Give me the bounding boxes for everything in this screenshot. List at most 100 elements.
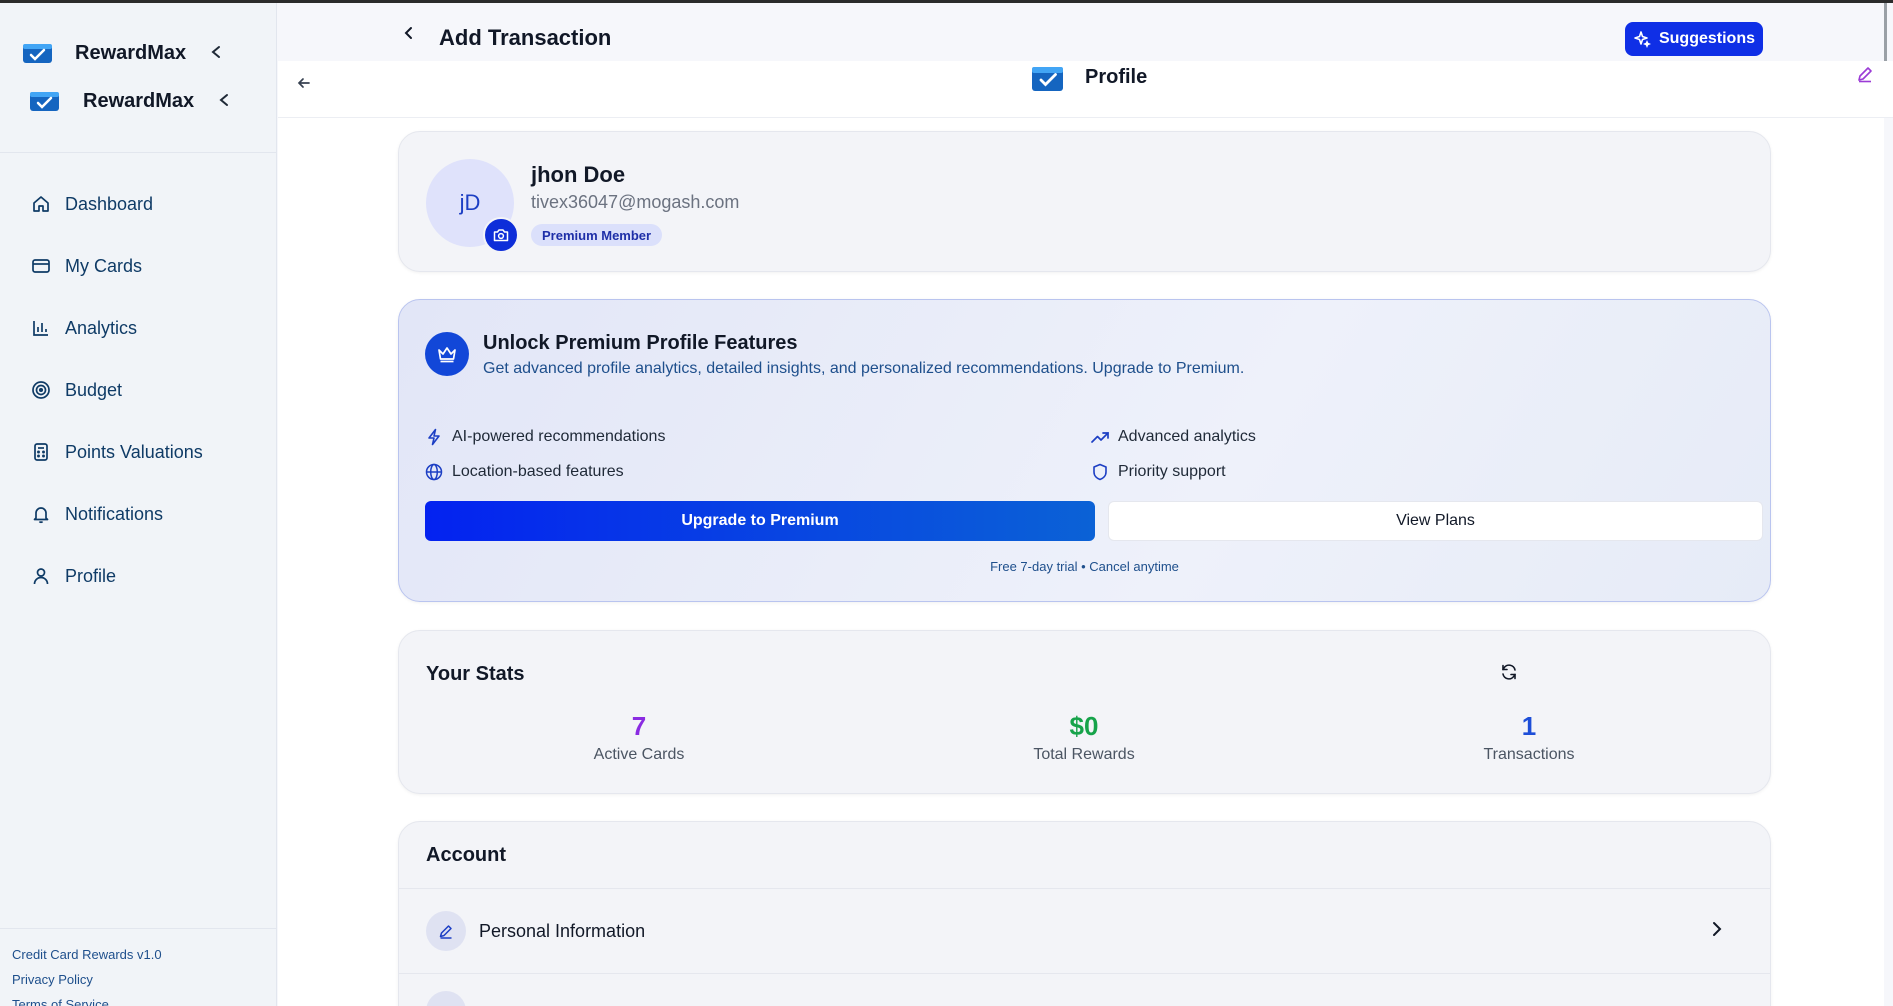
view-plans-button[interactable]: View Plans (1108, 501, 1763, 541)
globe-icon (425, 463, 443, 481)
account-row-label: Personal Information (479, 920, 646, 941)
upgrade-to-premium-button[interactable]: Upgrade to Premium (425, 501, 1095, 541)
sidebar-item-label: Profile (65, 565, 117, 586)
trending-up-icon (1091, 428, 1109, 446)
collapse-sidebar-button[interactable] (210, 43, 222, 64)
sidebar-item-label: Analytics (65, 317, 138, 338)
refresh-icon (1502, 664, 1516, 680)
sparkles-icon (1634, 31, 1651, 48)
account-row-personal-information[interactable]: Personal Information (399, 889, 1770, 973)
calculator-icon (30, 441, 52, 463)
credit-card-icon (30, 255, 52, 277)
sidebar: RewardMax RewardMax Dashboard My Cards A… (0, 3, 277, 1006)
target-icon (30, 379, 52, 401)
stat-value: 7 (631, 711, 647, 741)
pencil-icon (426, 911, 466, 951)
premium-description: Get advanced profile analytics, detailed… (483, 360, 1245, 377)
sidebar-item-analytics[interactable]: Analytics (0, 297, 277, 359)
collapse-sidebar-button[interactable] (218, 91, 230, 112)
stat-value: $0 (1069, 711, 1099, 741)
account-row-icon (426, 991, 466, 1006)
profile-email: tivex36047@mogash.com (531, 192, 740, 212)
feature-label: AI-powered recommendations (452, 428, 666, 445)
terms-of-service-link[interactable]: Terms of Service (12, 997, 162, 1006)
page-title: Add Transaction (439, 25, 612, 50)
feature-label: Location-based features (452, 463, 624, 480)
profile-title: Profile (1085, 66, 1148, 88)
membership-badge: Premium Member (531, 224, 663, 246)
scrollbar[interactable] (1884, 3, 1887, 65)
sidebar-item-points-valuations[interactable]: Points Valuations (0, 421, 277, 483)
sidebar-item-label: Dashboard (65, 193, 154, 214)
chevron-left-icon (211, 45, 221, 58)
user-icon (30, 565, 52, 587)
stat-value: 1 (1521, 711, 1537, 741)
account-title: Account (426, 844, 506, 866)
shield-icon (1091, 463, 1109, 481)
brand-header-secondary: RewardMax (29, 89, 230, 113)
home-icon (30, 193, 52, 215)
wallet-logo-icon (29, 89, 61, 113)
sidebar-divider (0, 152, 277, 153)
brand-header-primary: RewardMax (22, 41, 222, 65)
brand-name: RewardMax (75, 41, 187, 64)
brand-name: RewardMax (83, 89, 195, 112)
chevron-left-icon (404, 27, 412, 39)
suggestions-label: Suggestions (1658, 30, 1755, 47)
stat-total-rewards: $0 Total Rewards (974, 711, 1194, 764)
sidebar-footer-divider (0, 928, 277, 929)
feature-item: Location-based features (425, 463, 624, 481)
profile-card: jD jhon Doe tivex36047@mogash.com Premiu… (398, 131, 1771, 272)
camera-icon (493, 229, 509, 242)
refresh-stats-button[interactable] (1500, 663, 1518, 686)
pencil-icon (1858, 67, 1872, 83)
feature-label: Priority support (1118, 463, 1226, 480)
profile-name: jhon Doe (531, 162, 626, 187)
sidebar-footer: Credit Card Rewards v1.0 Privacy Policy … (12, 947, 162, 1006)
stats-title: Your Stats (426, 663, 525, 685)
feature-item: Advanced analytics (1091, 428, 1256, 446)
top-header: Add Transaction Suggestions (278, 3, 1893, 61)
profile-back-button[interactable] (296, 75, 312, 96)
edit-profile-button[interactable] (1856, 65, 1874, 88)
sidebar-item-profile[interactable]: Profile (0, 545, 277, 607)
lightning-icon (425, 428, 443, 446)
sidebar-item-label: Points Valuations (65, 441, 203, 462)
sidebar-item-my-cards[interactable]: My Cards (0, 235, 277, 297)
stat-label: Transactions (1483, 746, 1575, 763)
sidebar-item-dashboard[interactable]: Dashboard (0, 173, 277, 235)
main-content: jD jhon Doe tivex36047@mogash.com Premiu… (278, 118, 1884, 1006)
crown-icon (425, 332, 469, 376)
sidebar-nav: Dashboard My Cards Analytics Budget Poin… (0, 173, 277, 607)
account-card: Account Personal Information (398, 821, 1771, 1006)
bell-icon (30, 503, 52, 525)
stats-card: Your Stats 7 Active Cards $0 Total Rewar… (398, 630, 1771, 794)
feature-label: Advanced analytics (1118, 428, 1256, 445)
privacy-policy-link[interactable]: Privacy Policy (12, 972, 162, 987)
back-button[interactable] (403, 25, 415, 46)
sidebar-item-budget[interactable]: Budget (0, 359, 277, 421)
change-photo-button[interactable] (483, 217, 519, 253)
wallet-logo-icon (22, 41, 54, 65)
chevron-right-icon (1712, 921, 1722, 942)
sidebar-item-notifications[interactable]: Notifications (0, 483, 277, 545)
chevron-left-icon (219, 93, 229, 106)
wallet-logo-icon (1031, 63, 1065, 93)
sidebar-item-label: Budget (65, 379, 123, 400)
suggestions-button[interactable]: Suggestions (1625, 22, 1763, 56)
profile-subheader: Profile (278, 61, 1893, 118)
app-version: Credit Card Rewards v1.0 (12, 947, 162, 962)
sidebar-item-label: My Cards (65, 255, 143, 276)
premium-upsell-card: Unlock Premium Profile Features Get adva… (398, 299, 1771, 602)
arrow-left-icon (297, 78, 310, 88)
account-divider (399, 973, 1770, 974)
premium-title: Unlock Premium Profile Features (483, 332, 798, 354)
sidebar-item-label: Notifications (65, 503, 164, 524)
stat-transactions: 1 Transactions (1419, 711, 1639, 764)
feature-item: AI-powered recommendations (425, 428, 665, 446)
feature-item: Priority support (1091, 463, 1226, 481)
bar-chart-icon (30, 317, 52, 339)
stat-label: Total Rewards (1033, 746, 1135, 763)
stat-active-cards: 7 Active Cards (529, 711, 749, 764)
stat-label: Active Cards (593, 746, 685, 763)
